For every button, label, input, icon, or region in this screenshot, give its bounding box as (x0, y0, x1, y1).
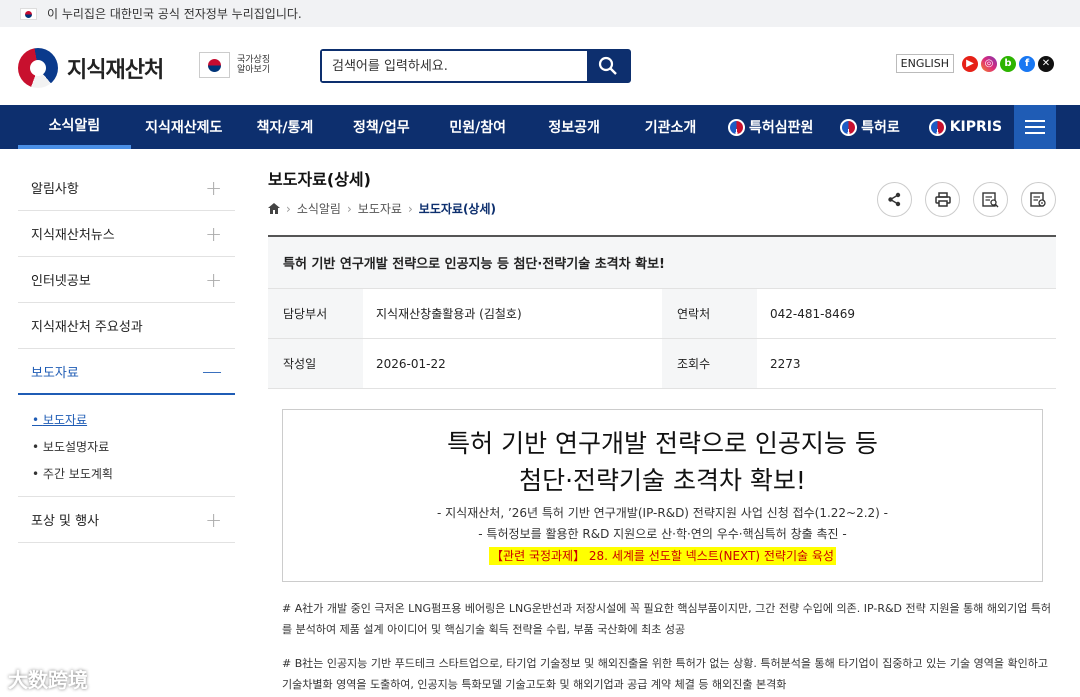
document-settings-icon (1030, 191, 1046, 207)
sidebar-item-awards[interactable]: 포상 및 행사 + (18, 497, 235, 543)
sidebar: 알림사항 + 지식재산처뉴스 + 인터넷공보 + 지식재산처 주요성과 보도자료 — •… (18, 165, 235, 543)
sub-item-press-release[interactable]: • 보도자료 (32, 407, 235, 434)
site-logo[interactable]: 지식재산처 (18, 48, 164, 88)
search-input[interactable] (322, 51, 587, 81)
sub-item-weekly-plan[interactable]: • 주간 보도계획 (32, 461, 235, 488)
plus-icon: + (205, 267, 222, 292)
chevron-right-icon: › (286, 201, 291, 216)
contact-value: 042-481-8469 (770, 306, 856, 321)
headline-line1: 특허 기반 연구개발 전략으로 인공지능 등 (447, 429, 878, 458)
dept-label: 담당부서 (268, 289, 363, 338)
search-button[interactable] (587, 51, 629, 81)
sidebar-item-press[interactable]: 보도자료 — (18, 349, 235, 395)
main-nav: 소식알림 지식재산제도 책자/통계 정책/업무 민원/참여 정보공개 기관소개 … (0, 105, 1080, 149)
dept-value: 지식재산창출활용과 (김철호) (376, 307, 522, 321)
article-info-table: 특허 기반 연구개발 전략으로 인공지능 등 첨단·전략기술 초격차 확보! 담… (268, 235, 1056, 389)
viewer-button[interactable] (973, 182, 1008, 217)
views-value: 2273 (770, 356, 801, 371)
home-icon[interactable] (268, 203, 280, 214)
breadcrumb-press[interactable]: 보도자료 (358, 200, 402, 217)
article-title: 특허 기반 연구개발 전략으로 인공지능 등 첨단·전략기술 초격차 확보! (268, 237, 1056, 289)
body-paragraph-2: # B社는 인공지능 기반 푸드테크 스타트업으로, 타기업 기술정보 및 해외… (282, 657, 1048, 691)
search-icon (598, 56, 617, 75)
subheadline-1: - 지식재산처, ’26년 특허 기반 연구개발(IP-R&D) 전략지원 사업… (436, 506, 889, 520)
watermark: 大数跨境 (8, 668, 88, 692)
symbol-line1: 국가상징 (237, 55, 271, 65)
gov-banner-text: 이 누리집은 대한민국 공식 전자정부 누리집입니다. (47, 7, 302, 21)
logo-text: 지식재산처 (67, 58, 164, 83)
body-paragraph-1: # A社가 개발 중인 극저온 LNG펌프용 베어링은 LNG운반선과 저장시설… (282, 602, 1052, 636)
nav-item-about[interactable]: 기관소개 (622, 105, 718, 149)
print-button[interactable] (925, 182, 960, 217)
instagram-icon[interactable]: ◎ (981, 55, 997, 72)
highlight-wrap: 【관련 국정과제】 28. 세계를 선도할 넥스트(NEXT) 전략기술 육성 (283, 545, 1042, 565)
nav-item-tribunal[interactable]: 특허심판원 (719, 105, 823, 149)
share-button[interactable] (877, 182, 912, 217)
nav-item-patentro[interactable]: 특허로 (823, 105, 917, 149)
sidebar-item-ip-news[interactable]: 지식재산처뉴스 + (18, 211, 235, 257)
toolbar (877, 182, 1056, 217)
nav-item-publications[interactable]: 책자/통계 (237, 105, 333, 149)
emblem-icon (928, 118, 946, 136)
english-link[interactable]: ENGLISH (895, 54, 954, 73)
national-flag-icon (199, 52, 230, 78)
korea-flag-icon (20, 7, 37, 20)
nav-item-news[interactable]: 소식알림 (18, 105, 131, 149)
sidebar-item-achievements[interactable]: 지식재산처 주요성과 (18, 303, 235, 349)
chevron-right-icon: › (407, 201, 413, 216)
sub-item-press-explanation[interactable]: • 보도설명자료 (32, 434, 235, 461)
sidebar-item-internet-pr[interactable]: 인터넷공보 + (18, 257, 235, 303)
chevron-right-icon: › (346, 201, 352, 216)
breadcrumb-news[interactable]: 소식알림 (297, 200, 341, 217)
nav-item-ip-system[interactable]: 지식재산제도 (131, 105, 237, 149)
nav-item-policy[interactable]: 정책/업무 (333, 105, 429, 149)
table-row: 작성일 2026-01-22 조회수 2273 (268, 339, 1056, 389)
youtube-icon[interactable]: ▶ (962, 55, 978, 72)
contact-label: 연락처 (662, 289, 757, 338)
gov-banner: 이 누리집은 대한민국 공식 전자정부 누리집입니다. (0, 0, 1080, 27)
menu-button[interactable] (1013, 105, 1056, 149)
nav-item-disclosure[interactable]: 정보공개 (526, 105, 622, 149)
emblem-icon (840, 118, 858, 136)
facebook-icon[interactable]: f (1019, 55, 1035, 72)
x-icon[interactable]: ✕ (1038, 55, 1054, 72)
headline-line2: 첨단·전략기술 초격차 확보! (519, 466, 806, 495)
breadcrumb-current: 보도자료(상세) (418, 202, 496, 216)
article-headline-box: 특허 기반 연구개발 전략으로 인공지능 등 첨단·전략기술 초격차 확보! -… (282, 409, 1043, 582)
sidebar-submenu: • 보도자료 • 보도설명자료 • 주간 보도계획 (18, 395, 235, 497)
main-content: 보도자료(상세) › 소식알림 › 보도자료 › 보도자료(상세) 특허 기반 … (268, 166, 1056, 691)
share-icon (888, 192, 901, 207)
plus-icon: + (205, 221, 222, 246)
settings-button[interactable] (1021, 182, 1056, 217)
nav-item-civil[interactable]: 민원/참여 (430, 105, 526, 149)
document-view-icon (982, 191, 999, 207)
subheadline-2: - 특허정보를 활용한 R&D 지원으로 산·학·연의 우수·핵심특허 창출 촉… (478, 527, 847, 541)
policy-highlight: 【관련 국정과제】 28. 세계를 선도할 넥스트(NEXT) 전략기술 육성 (489, 547, 836, 565)
minus-icon: — (202, 359, 222, 383)
date-label: 작성일 (268, 339, 363, 388)
header: 지식재산처 국가상징 알아보기 ENGLISH ▶ ◎ b f ✕ (0, 27, 1080, 105)
plus-icon: + (205, 175, 222, 200)
symbol-line2: 알아보기 (237, 65, 271, 75)
nav-item-kipris[interactable]: KIPRIS (917, 105, 1013, 149)
search-bar (320, 49, 631, 83)
table-row: 담당부서 지식재산창출활용과 (김철호) 연락처 042-481-8469 (268, 289, 1056, 339)
blog-icon[interactable]: b (1000, 55, 1016, 72)
top-utility: ENGLISH ▶ ◎ b f ✕ (895, 54, 1054, 73)
national-symbol-link[interactable]: 국가상징 알아보기 (199, 52, 270, 78)
print-icon (934, 192, 951, 207)
plus-icon: + (205, 507, 222, 532)
government-emblem-icon (18, 48, 58, 88)
emblem-icon (728, 118, 745, 136)
views-label: 조회수 (662, 339, 757, 388)
date-value: 2026-01-22 (376, 356, 446, 371)
sidebar-item-notice[interactable]: 알림사항 + (18, 165, 235, 211)
